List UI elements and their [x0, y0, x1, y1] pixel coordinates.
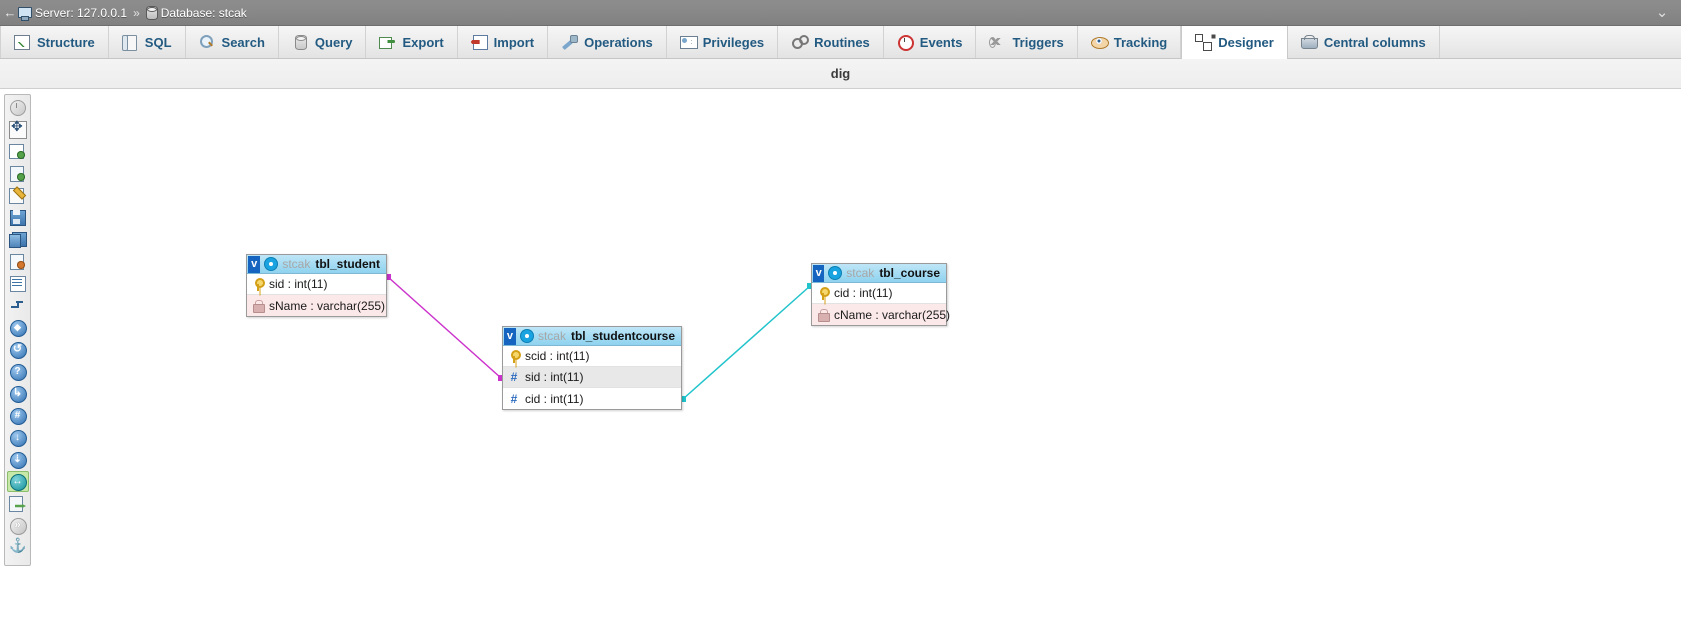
- er-field-label: cid : int(11): [834, 286, 893, 300]
- er-field-label: sid : int(11): [525, 370, 584, 384]
- tab-label-routines: Routines: [814, 34, 870, 50]
- back-arrow-icon[interactable]: ←: [2, 0, 18, 26]
- tab-designer[interactable]: Designer: [1181, 26, 1288, 59]
- gear-icon[interactable]: [520, 330, 533, 342]
- er-field-label: cid : int(11): [525, 391, 584, 406]
- table-options-badge[interactable]: v: [248, 255, 261, 273]
- foreign-key-icon: #: [510, 370, 518, 384]
- page-title: dig: [830, 66, 851, 81]
- er-field-label: cName : varchar(255): [834, 307, 951, 322]
- server-icon: [18, 6, 32, 21]
- er-field-label: sid : int(11): [269, 277, 328, 291]
- tab-central-columns[interactable]: Central columns: [1288, 26, 1440, 58]
- tab-tracking[interactable]: Tracking: [1078, 26, 1182, 58]
- server-breadcrumb-bar: ← Server: 127.0.0.1 » Database: stcak ⌄: [0, 0, 1681, 26]
- database-icon: [145, 6, 158, 20]
- primary-key-icon: [509, 349, 521, 363]
- clock-icon: [897, 34, 914, 51]
- tab-privileges[interactable]: Privileges: [667, 26, 779, 58]
- er-table-tbl_course[interactable]: v stcak tbl_coursecid : int(11) cName : var…: [811, 263, 950, 326]
- breadcrumb-database[interactable]: Database: stcak: [145, 5, 247, 20]
- tab-triggers[interactable]: Triggers: [976, 26, 1078, 58]
- sql-icon: [121, 34, 138, 51]
- er-field-row[interactable]: sName : varchar(255): [247, 295, 386, 316]
- gear-icon[interactable]: [829, 267, 842, 279]
- export-icon: [379, 34, 395, 50]
- relation-student-to-studentcourse: [385, 274, 504, 381]
- tab-label-operations: Operations: [584, 34, 653, 50]
- routines-icon: [791, 34, 810, 50]
- foreign-key-icon: #: [510, 391, 518, 406]
- breadcrumb-server-label: Server: 127.0.0.1: [35, 5, 128, 20]
- tab-structure[interactable]: Structure: [0, 26, 109, 58]
- er-field-label: scid : int(11): [525, 349, 590, 363]
- tab-label-triggers: Triggers: [1012, 34, 1064, 50]
- triggers-icon: [989, 34, 1005, 50]
- er-table-header-tbl_course[interactable]: v stcak tbl_course: [812, 264, 946, 283]
- designer-workspace[interactable]: v stcak tbl_studentsid : int(11) sName : va…: [0, 90, 1681, 618]
- er-table-tbl_student[interactable]: v stcak tbl_studentsid : int(11) sName : va…: [246, 254, 387, 317]
- tab-label-structure: Structure: [37, 34, 95, 50]
- collapse-up-icon[interactable]: ⌄: [1651, 3, 1673, 23]
- er-field-label: sName : varchar(255): [269, 298, 386, 313]
- er-field-row[interactable]: scid : int(11): [503, 346, 681, 367]
- er-field-row[interactable]: cName : varchar(255): [812, 304, 950, 325]
- tab-label-designer: Designer: [1218, 34, 1274, 50]
- tab-operations[interactable]: Operations: [548, 26, 667, 58]
- er-field-row[interactable]: cid : int(11): [812, 283, 946, 304]
- er-table-db-name: stcak: [846, 266, 875, 280]
- er-table-db-name: stcak: [537, 329, 566, 343]
- index-key-icon: [253, 299, 265, 313]
- tab-label-sql: SQL: [144, 34, 172, 50]
- breadcrumb-database-label: Database: stcak: [160, 5, 247, 20]
- breadcrumb-separator: »: [133, 5, 140, 20]
- primary-key-icon: [818, 286, 830, 300]
- relation-lines-layer: [385, 274, 813, 402]
- er-field-row[interactable]: sid : int(11): [247, 274, 386, 295]
- structure-icon: [14, 34, 30, 50]
- er-table-name: tbl_studentcourse: [570, 329, 675, 343]
- er-table-db-name: stcak: [282, 257, 311, 271]
- tab-label-central-columns: Central columns: [1323, 34, 1426, 50]
- tab-label-import: Import: [493, 34, 535, 50]
- search-icon: [199, 34, 215, 50]
- main-nav-tabs: Structure SQL Search Query Export Import Opera…: [0, 26, 1681, 59]
- eye-icon: [1090, 34, 1109, 50]
- tab-label-tracking: Tracking: [1113, 34, 1168, 50]
- tab-events[interactable]: Events: [884, 26, 977, 58]
- relation-course-to-studentcourse: [680, 283, 813, 402]
- er-table-name: tbl_student: [315, 257, 380, 271]
- tab-import[interactable]: Import: [458, 26, 549, 58]
- primary-key-icon: [253, 277, 265, 291]
- tab-label-privileges: Privileges: [702, 34, 765, 50]
- table-options-badge[interactable]: v: [813, 264, 825, 282]
- tab-export[interactable]: Export: [366, 26, 458, 58]
- designer-page-title-bar: dig: [0, 59, 1681, 89]
- er-table-header-tbl_student[interactable]: v stcak tbl_student: [247, 255, 386, 274]
- index-key-icon: [818, 308, 830, 322]
- tab-label-export: Export: [402, 34, 444, 50]
- query-icon: [292, 34, 308, 50]
- breadcrumb-server[interactable]: Server: 127.0.0.1: [18, 5, 128, 21]
- wrench-icon: [561, 34, 579, 50]
- tab-search[interactable]: Search: [186, 26, 279, 58]
- tab-query[interactable]: Query: [279, 26, 367, 58]
- gear-icon[interactable]: [265, 258, 278, 270]
- import-icon: [471, 34, 488, 50]
- er-field-row[interactable]: # cid : int(11): [503, 388, 681, 409]
- er-table-header-tbl_studentcourse[interactable]: v stcak tbl_studentcourse: [503, 327, 681, 346]
- tab-label-events: Events: [919, 34, 963, 50]
- tab-label-query: Query: [314, 34, 353, 50]
- tab-routines[interactable]: Routines: [778, 26, 884, 58]
- privileges-icon: [679, 34, 698, 50]
- tab-label-search: Search: [221, 34, 265, 50]
- er-diagram-canvas[interactable]: v stcak tbl_studentsid : int(11) sName : va…: [0, 90, 1681, 618]
- er-table-name: tbl_course: [879, 266, 940, 280]
- designer-icon: [1195, 34, 1213, 51]
- table-options-badge[interactable]: v: [504, 327, 516, 345]
- er-field-row[interactable]: # sid : int(11): [503, 367, 681, 388]
- er-table-tbl_studentcourse[interactable]: v stcak tbl_studentcoursescid : int(11) # si…: [502, 326, 682, 410]
- basket-icon: [1300, 34, 1318, 50]
- tab-sql[interactable]: SQL: [109, 26, 186, 58]
